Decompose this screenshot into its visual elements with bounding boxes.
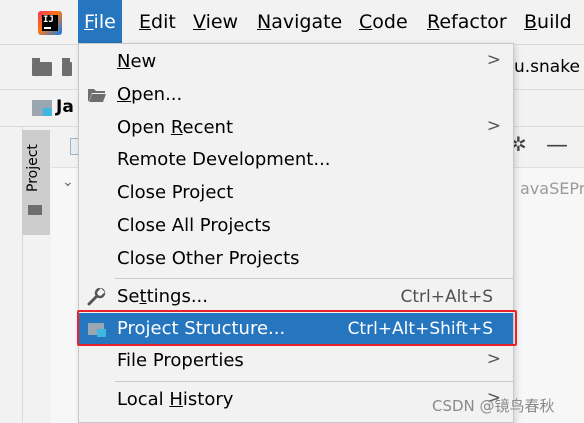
menu-item-open-mnemonic: O xyxy=(117,84,132,105)
submenu-arrow-icon: > xyxy=(486,349,501,369)
menu-item-settings[interactable]: Settings... Ctrl+Alt+S xyxy=(79,281,513,313)
menu-edit[interactable]: Edit xyxy=(133,0,182,44)
menu-item-local-history-label: Local History xyxy=(117,384,233,416)
menu-item-local-history-text: istory xyxy=(182,389,234,410)
menu-item-open-text: pen... xyxy=(131,84,183,105)
menu-view-mnemonic: V xyxy=(193,11,206,33)
menu-file-label: ile xyxy=(93,11,116,33)
highlight-annotation xyxy=(77,310,517,346)
menu-navigate[interactable]: Navigate xyxy=(251,0,348,44)
menu-item-open-recent-text: ecent xyxy=(182,117,234,138)
menu-refactor-label: efactor xyxy=(439,11,507,33)
menu-build-label: uild xyxy=(537,11,572,33)
menu-item-new-mnemonic: N xyxy=(117,51,131,72)
watermark: CSDN @镜鸟春秋 xyxy=(432,397,555,415)
wrench-icon xyxy=(87,287,107,306)
menu-navigate-mnemonic: N xyxy=(257,11,272,33)
menu-build[interactable]: Build xyxy=(518,0,578,44)
menu-item-file-properties[interactable]: File Properties > xyxy=(79,345,513,377)
submenu-arrow-icon: > xyxy=(486,50,501,70)
save-icon[interactable] xyxy=(62,58,72,76)
menu-item-settings-prefix: Se xyxy=(117,286,140,307)
menu-bar: IJ File Edit View Navigate Code Refactor… xyxy=(0,0,584,45)
run-config-text[interactable]: u.snake xyxy=(514,57,580,77)
menu-edit-label: dit xyxy=(151,11,176,33)
intellij-logo-icon: IJ xyxy=(38,11,62,35)
breadcrumb-project[interactable]: Ja xyxy=(56,97,74,117)
folder-icon xyxy=(28,205,42,215)
menu-item-close-project[interactable]: Close Project xyxy=(79,177,513,209)
chevron-down-icon[interactable]: ⌄ xyxy=(62,174,74,190)
open-folder-icon[interactable] xyxy=(32,58,52,76)
menu-item-close-other-projects-label: Close Other Projects xyxy=(117,248,300,269)
menu-item-close-all-projects-label: Close All Projects xyxy=(117,215,271,236)
menu-item-settings-label: Settings... xyxy=(117,281,208,313)
menu-item-open-recent-prefix: Open xyxy=(117,117,171,138)
menu-item-open-recent-mnemonic: R xyxy=(170,117,183,138)
menu-view-label: iew xyxy=(205,11,239,33)
menu-item-local-history-mnemonic: H xyxy=(169,389,183,410)
left-tool-strip xyxy=(0,127,23,423)
menu-view[interactable]: View xyxy=(187,0,244,44)
menu-file-mnemonic: F xyxy=(84,11,94,33)
menu-file[interactable]: File xyxy=(78,0,122,44)
menu-code-mnemonic: C xyxy=(359,11,373,33)
menu-item-close-all-projects[interactable]: Close All Projects xyxy=(79,210,513,242)
menu-item-open-label: Open... xyxy=(117,79,182,111)
menu-build-mnemonic: B xyxy=(524,11,538,33)
menu-separator xyxy=(115,278,513,279)
menu-item-settings-text: tings... xyxy=(146,286,208,307)
menu-item-close-other-projects[interactable]: Close Other Projects xyxy=(79,243,513,275)
project-tab-label: Project xyxy=(25,144,41,192)
minimize-icon[interactable]: — xyxy=(546,133,568,158)
menu-edit-mnemonic: E xyxy=(139,11,152,33)
menu-item-remote-development-label: Remote Development... xyxy=(117,149,331,170)
menu-refactor-mnemonic: R xyxy=(427,11,440,33)
project-tree-item[interactable]: avaSEPr xyxy=(520,179,584,198)
menu-item-new[interactable]: New > xyxy=(79,46,513,78)
menu-item-remote-development[interactable]: Remote Development... xyxy=(79,144,513,176)
menu-item-open-recent[interactable]: Open Recent > xyxy=(79,112,513,144)
menu-code[interactable]: Code xyxy=(353,0,414,44)
menu-item-new-label: New xyxy=(117,46,156,78)
menu-item-file-properties-label: File Properties xyxy=(117,350,244,371)
menu-item-new-text: ew xyxy=(130,51,157,72)
file-menu-dropdown: New > Open... Open Recent > Remote Devel… xyxy=(78,43,514,423)
menu-item-settings-mnemonic: t xyxy=(139,286,147,307)
settings-shortcut: Ctrl+Alt+S xyxy=(400,287,493,307)
tab-project[interactable]: Project xyxy=(22,130,50,235)
menu-code-label: ode xyxy=(372,11,408,33)
menu-item-close-project-label: Close Project xyxy=(117,182,234,203)
submenu-arrow-icon: > xyxy=(486,116,501,136)
module-icon xyxy=(32,100,52,116)
menu-separator xyxy=(115,381,513,382)
menu-refactor[interactable]: Refactor xyxy=(421,0,513,44)
menu-item-open-recent-label: Open Recent xyxy=(117,112,233,144)
menu-item-open[interactable]: Open... xyxy=(79,79,513,111)
menu-item-local-history-prefix: Local xyxy=(117,389,170,410)
menu-navigate-label: avigate xyxy=(271,11,343,33)
open-folder-icon xyxy=(87,86,107,104)
